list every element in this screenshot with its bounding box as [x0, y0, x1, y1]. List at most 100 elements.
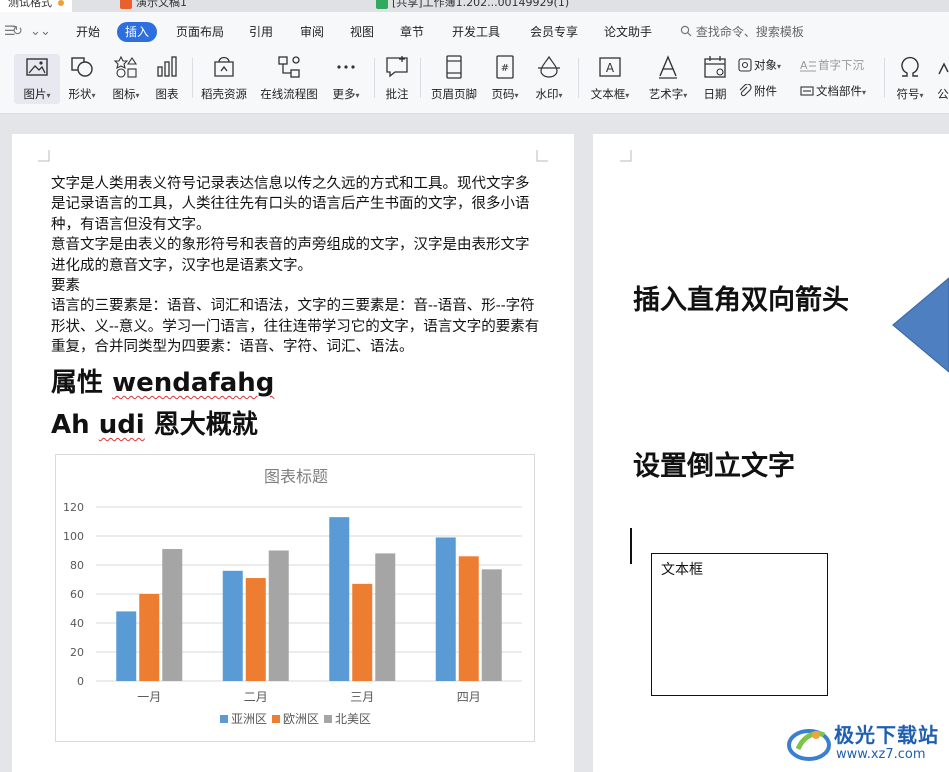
header-footer-button[interactable]: 页眉页脚 — [428, 54, 480, 104]
text-box-content: 文本框 — [661, 562, 703, 578]
attachment-button[interactable]: 附件 — [738, 82, 777, 100]
document-page-2[interactable]: 插入直角双向箭头 设置倒立文字 文本框 — [593, 134, 949, 772]
body-text[interactable]: 文字是人类用表义符号记录表达信息以传之久远的方式和工具。现代文字多是记录语言的工… — [51, 174, 543, 358]
double-arrow-shape[interactable] — [891, 270, 949, 380]
more-button[interactable]: 更多▾ — [326, 54, 366, 104]
x-tick-label: 三月 — [350, 690, 374, 704]
heading-text: 恩大概就 — [144, 410, 258, 440]
icon-library-icon — [113, 55, 138, 78]
paragraph: 文字是人类用表义符号记录表达信息以传之久远的方式和工具。现代文字多是记录语言的工… — [51, 176, 530, 233]
text-box[interactable]: 文本框 — [651, 553, 828, 696]
document-parts-label: 文档部件 — [816, 84, 862, 98]
svg-text:A: A — [800, 59, 808, 72]
x-tick-label: 一月 — [137, 690, 161, 704]
text-cursor — [630, 528, 632, 564]
site-watermark: 极光下载站 www.xz7.com — [786, 715, 946, 767]
insert-ribbon: 图片▾ 形状▾ 图标▾ 图表 稻壳资源 在线流程图 更多▾ 批注 页眉页脚 # … — [0, 50, 949, 114]
icon-library-button[interactable]: 图标▾ — [106, 54, 146, 104]
bar-2-4 — [458, 556, 479, 681]
svg-text:#: # — [501, 63, 509, 74]
redo-icon[interactable]: ↻ — [12, 22, 23, 42]
symbol-button[interactable]: 符号▾ — [892, 54, 928, 104]
object-icon — [738, 58, 752, 72]
omega-symbol-icon — [901, 56, 919, 77]
ribbon-separator — [578, 58, 579, 98]
online-flowchart-button[interactable]: 在线流程图 — [258, 54, 320, 104]
doc-tab-active[interactable]: 测试格式 — [0, 0, 72, 12]
watermark-label: 水印 — [535, 87, 559, 101]
shape-button[interactable]: 形状▾ — [62, 54, 102, 104]
quick-access-more-icon[interactable]: ⌄ — [40, 22, 51, 42]
bar-3-1 — [162, 549, 183, 681]
menu-member[interactable]: 会员专享 — [530, 22, 578, 42]
menu-insert[interactable]: 插入 — [117, 22, 158, 42]
paragraph: 要素 — [51, 278, 80, 295]
picture-button[interactable]: 图片▾ — [14, 54, 60, 104]
docer-resources-button[interactable]: 稻壳资源 — [198, 54, 250, 104]
bar-1-3 — [329, 517, 350, 681]
bar-1-2 — [222, 570, 243, 681]
heading-insert-arrow[interactable]: 插入直角双向箭头 — [633, 278, 849, 317]
menu-chapter[interactable]: 章节 — [400, 22, 424, 42]
chart-label: 图表 — [155, 87, 179, 101]
menu-bar: ☰ ↻ ⌄ ⌄ 开始 插入 页面布局 引用 审阅 视图 章节 开发工具 会员专享… — [0, 12, 949, 50]
online-flowchart-label: 在线流程图 — [260, 87, 318, 101]
object-label: 对象 — [754, 58, 777, 72]
y-tick-label: 20 — [70, 646, 84, 659]
object-button[interactable]: 对象▾ — [738, 56, 781, 74]
formula-button[interactable]: 公 — [936, 54, 949, 104]
document-parts-button[interactable]: 文档部件▾ — [800, 82, 866, 100]
paragraph: 语言的三要素是：语音、词汇和语法，文字的三要素是：音--语音、形--字符形状、义… — [51, 298, 540, 356]
watermark-url: www.xz7.com — [836, 747, 926, 762]
spreadsheet-file-icon — [376, 0, 388, 9]
chart-button[interactable]: 图表 — [150, 54, 184, 104]
menu-view[interactable]: 视图 — [350, 22, 374, 42]
drop-cap-button[interactable]: A 首字下沉 — [800, 56, 864, 74]
flowchart-icon — [278, 56, 300, 78]
search-icon — [680, 25, 692, 37]
watermark-icon — [538, 55, 560, 78]
menu-review[interactable]: 审阅 — [300, 22, 324, 42]
drop-cap-label: 首字下沉 — [818, 58, 864, 72]
more-label: 更多 — [332, 87, 356, 101]
y-tick-label: 100 — [63, 530, 84, 543]
legend-swatch — [220, 715, 228, 723]
embedded-chart[interactable]: 图表标题 0 20 40 60 80 100 120 一月 二月 三月 四月 亚洲区 欧洲区 北美区 — [55, 454, 535, 742]
doc-tab-label: 演示文稿1 — [136, 0, 187, 9]
menu-paper-assistant[interactable]: 论文助手 — [604, 22, 652, 42]
date-label: 日期 — [703, 87, 727, 101]
watermark-button[interactable]: 水印▾ — [530, 54, 568, 104]
x-tick-label: 二月 — [244, 690, 268, 704]
document-page-1[interactable]: 文字是人类用表义符号记录表达信息以传之久远的方式和工具。现代文字多是记录语言的工… — [12, 134, 574, 772]
legend-swatch — [324, 715, 332, 723]
icon-library-label: 图标 — [112, 87, 136, 101]
word-art-button[interactable]: 艺术字▾ — [644, 54, 692, 104]
ribbon-separator — [374, 58, 375, 98]
arrow-head — [892, 277, 949, 373]
heading-inverted-text[interactable]: 设置倒立文字 — [633, 444, 795, 483]
resources-icon — [214, 56, 234, 77]
y-tick-label: 120 — [63, 501, 84, 514]
text-box-icon: A — [599, 57, 621, 77]
bar-2-2 — [245, 578, 266, 681]
menu-home[interactable]: 开始 — [76, 22, 100, 42]
bar-3-4 — [481, 569, 502, 681]
doc-tab-workbook[interactable]: [共享]工作簿1.202...00149929(1) — [368, 0, 577, 12]
heading-ah-udi[interactable]: Ah udi 恩大概就 — [51, 404, 258, 441]
heading-attribute[interactable]: 属性 wendafahg — [51, 362, 274, 399]
svg-text:A: A — [606, 61, 615, 75]
ribbon-separator — [420, 58, 421, 98]
command-search[interactable]: 查找命令、搜索模板 — [680, 22, 804, 42]
menu-references[interactable]: 引用 — [249, 22, 273, 42]
comment-button[interactable]: 批注 — [380, 54, 414, 104]
page-number-button[interactable]: # 页码▾ — [486, 54, 524, 104]
doc-tab-presentation[interactable]: 演示文稿1 — [112, 0, 195, 12]
presentation-file-icon — [120, 0, 132, 9]
menu-page-layout[interactable]: 页面布局 — [176, 22, 224, 42]
menu-developer[interactable]: 开发工具 — [452, 22, 500, 42]
spellcheck-word: wendafahg — [112, 368, 275, 398]
text-box-button[interactable]: A 文本框▾ — [586, 54, 634, 104]
bar-2-3 — [352, 583, 373, 681]
heading-text: 属性 — [51, 368, 113, 398]
date-button[interactable]: 日期 — [700, 54, 730, 104]
